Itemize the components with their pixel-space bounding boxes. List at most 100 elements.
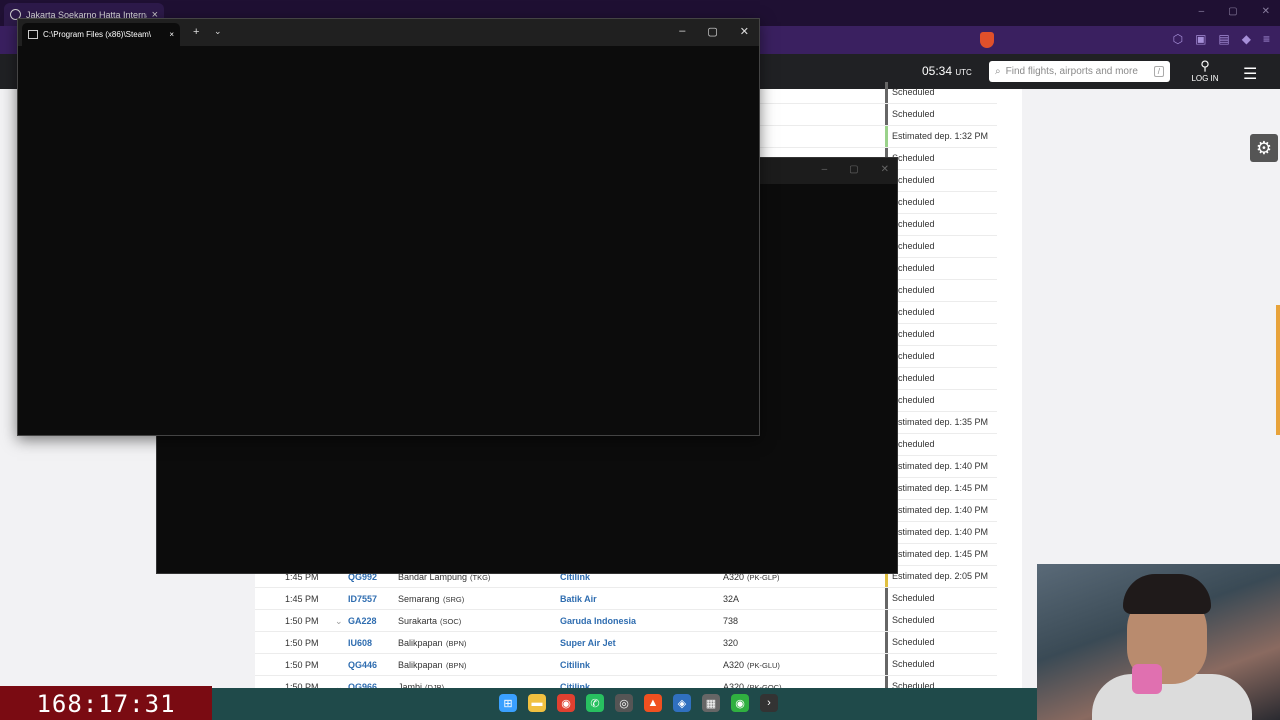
flight-status: Scheduled [885, 82, 935, 103]
maximize-icon[interactable]: ▢ [1228, 6, 1237, 17]
destination-code: (SRG) [443, 595, 465, 604]
flight-time: 1:50 PM [285, 616, 319, 626]
desktop: Jakarta Soekarno Hatta International × –… [0, 0, 1280, 720]
wallet-icon[interactable]: ▣ [1195, 32, 1206, 46]
taskbar: ⊞ ▬ ◉ ✆ ◎ ▲ ◈ ▦ ◉ › [212, 688, 1037, 720]
flight-status: Estimated dep. 1:45 PM [885, 478, 988, 499]
flight-number[interactable]: GA228 [348, 616, 377, 626]
close-icon[interactable]: ✕ [1262, 6, 1270, 17]
maximize-icon[interactable]: ▢ [849, 164, 858, 175]
minimize-icon[interactable]: – [1199, 6, 1205, 17]
flight-status: Estimated dep. 1:40 PM [885, 500, 988, 521]
expand-icon[interactable]: ⌄ [335, 616, 343, 627]
aircraft-registration: (PK-GLP) [747, 573, 780, 582]
new-tab-button[interactable]: + [193, 26, 199, 38]
flight-status: Estimated dep. 1:40 PM [885, 522, 988, 543]
toolbar-icons: ⬡ ▣ ▤ ◆ ≡ [1173, 32, 1270, 46]
airline[interactable]: Super Air Jet [560, 638, 616, 648]
destination-code: (SOC) [440, 617, 462, 626]
app-icon[interactable]: ▦ [702, 694, 720, 712]
extensions-icon[interactable]: ⬡ [1173, 32, 1183, 46]
table-row[interactable]: 1:45 PM ID7557 Semarang (SRG) Batik Air 32A Sc… [255, 588, 997, 610]
stream-timer: 168:17:31 [0, 686, 212, 720]
search-shortcut-hint: / [1153, 66, 1164, 77]
maximize-icon[interactable]: ▢ [707, 25, 717, 38]
destination-code: (TKG) [470, 573, 491, 582]
flight-time: 1:50 PM [285, 660, 319, 670]
destination: Balikpapan [398, 638, 443, 648]
close-icon[interactable]: ✕ [740, 25, 749, 38]
terminal-tab-bar[interactable]: C:\Program Files (x86)\Steam\ × + ⌄ – ▢ … [18, 19, 759, 46]
brave-shield-icon[interactable] [980, 32, 994, 48]
steam-icon[interactable]: ◈ [673, 694, 691, 712]
chrome-icon[interactable]: ◉ [557, 694, 575, 712]
flight-time: 1:45 PM [285, 594, 319, 604]
chevron-down-icon[interactable]: ⌄ [214, 26, 222, 37]
start-icon[interactable]: ⊞ [499, 694, 517, 712]
search-placeholder: Find flights, airports and more [1005, 66, 1138, 77]
aircraft-registration: (PK-GLU) [747, 661, 780, 670]
aircraft: 32A [723, 594, 740, 604]
destination-code: (BPN) [446, 661, 467, 670]
browser-menu-icon[interactable]: ≡ [1263, 32, 1270, 46]
terminal-tab-title: C:\Program Files (x86)\Steam\ [43, 30, 152, 39]
app-icon[interactable]: ◎ [615, 694, 633, 712]
chrome-profile-icon[interactable]: ◉ [731, 694, 749, 712]
terminal-icon[interactable]: › [760, 694, 778, 712]
flight-number[interactable]: IU608 [348, 638, 372, 648]
close-icon[interactable]: × [169, 30, 174, 39]
airline[interactable]: Garuda Indonesia [560, 616, 636, 626]
flight-number[interactable]: QG446 [348, 660, 377, 670]
terminal-window[interactable]: C:\Program Files (x86)\Steam\ × + ⌄ – ▢ … [17, 18, 760, 436]
search-input[interactable]: ⌕ Find flights, airports and more / [989, 61, 1170, 82]
aircraft: A320 [723, 660, 745, 670]
minimize-icon[interactable]: – [822, 164, 828, 175]
whatsapp-icon[interactable]: ✆ [586, 694, 604, 712]
gear-icon[interactable]: ⚙ [1250, 134, 1278, 162]
sidebar-icon[interactable]: ▤ [1218, 32, 1229, 46]
flight-status: Scheduled [885, 588, 935, 609]
browser-window-controls: – ▢ ✕ [1199, 6, 1270, 17]
clock-time: 05:34 [922, 64, 953, 78]
terminal-tab[interactable]: C:\Program Files (x86)\Steam\ × [22, 23, 180, 46]
vpn-icon[interactable]: ◆ [1242, 32, 1251, 46]
login-label: LOG IN [1191, 74, 1219, 83]
destination-code: (BPN) [446, 639, 467, 648]
microphone-icon [1132, 664, 1162, 694]
destination: Surakarta [398, 616, 438, 626]
login-button[interactable]: ⚲ LOG IN [1190, 58, 1220, 83]
flight-status: Estimated dep. 2:05 PM [885, 566, 988, 587]
flight-status: Scheduled [885, 610, 935, 631]
brave-icon[interactable]: ▲ [644, 694, 662, 712]
scroll-indicator[interactable] [1276, 305, 1280, 435]
flight-status: Scheduled [885, 632, 935, 653]
flight-status: Estimated dep. 1:40 PM [885, 456, 988, 477]
hamburger-menu-icon[interactable]: ☰ [1243, 64, 1257, 84]
flight-status: Estimated dep. 1:45 PM [885, 544, 988, 565]
airline[interactable]: Batik Air [560, 594, 597, 604]
webcam-person-hair [1123, 574, 1211, 614]
table-row[interactable]: 1:50 PM ⌄ GA228 Surakarta (SOC) Garuda Indone… [255, 610, 997, 632]
file-explorer-icon[interactable]: ▬ [528, 694, 546, 712]
flight-status: Scheduled [885, 104, 935, 125]
table-row[interactable]: 1:50 PM QG446 Balikpapan (BPN) Citilink A320(… [255, 654, 997, 676]
terminal-tab-icon [28, 30, 38, 39]
flight-time: 1:50 PM [285, 638, 319, 648]
destination: Semarang [398, 594, 440, 604]
minimize-icon[interactable]: – [679, 25, 685, 38]
close-icon[interactable]: ✕ [881, 164, 889, 175]
clock-zone: UTC [955, 68, 972, 77]
aircraft: 320 [723, 638, 739, 648]
utc-clock: 05:34 UTC [922, 64, 972, 78]
terminal-window-controls: – ▢ ✕ [822, 164, 889, 175]
flight-status: Scheduled [885, 654, 935, 675]
flight-status: Estimated dep. 1:32 PM [885, 126, 988, 147]
search-icon: ⌕ [995, 66, 1001, 77]
webcam-overlay [1037, 564, 1280, 720]
airline[interactable]: Citilink [560, 660, 590, 670]
flight-status: Estimated dep. 1:35 PM [885, 412, 988, 433]
flight-number[interactable]: ID7557 [348, 594, 377, 604]
destination: Balikpapan [398, 660, 443, 670]
table-row[interactable]: 1:50 PM IU608 Balikpapan (BPN) Super Air Jet… [255, 632, 997, 654]
taskbar-icons: ⊞ ▬ ◉ ✆ ◎ ▲ ◈ ▦ ◉ › [499, 694, 778, 712]
